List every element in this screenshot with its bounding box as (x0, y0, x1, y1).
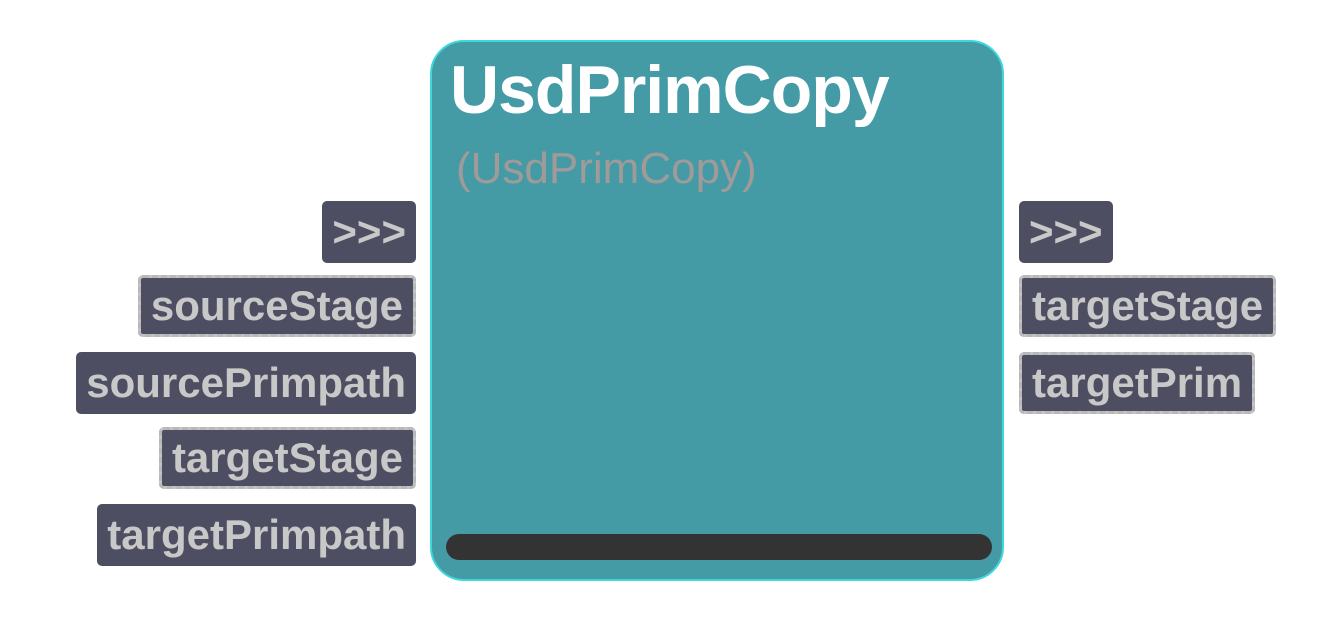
usd-prim-copy-node[interactable]: UsdPrimCopy (UsdPrimCopy) (430, 40, 1004, 581)
output-pin-exec[interactable]: >>> (1019, 201, 1113, 263)
input-pin-target-stage[interactable]: targetStage (158, 427, 416, 489)
input-pin-target-primpath[interactable]: targetPrimpath (97, 504, 416, 566)
output-pin-target-stage[interactable]: targetStage (1019, 275, 1277, 337)
node-title: UsdPrimCopy (450, 52, 890, 128)
input-pin-exec[interactable]: >>> (322, 201, 416, 263)
node-type-subtitle: (UsdPrimCopy) (456, 144, 757, 193)
input-pin-source-primpath[interactable]: sourcePrimpath (76, 352, 416, 414)
node-progress-bar (446, 534, 992, 560)
input-pin-source-stage[interactable]: sourceStage (137, 275, 416, 337)
output-pin-target-prim[interactable]: targetPrim (1019, 352, 1256, 414)
